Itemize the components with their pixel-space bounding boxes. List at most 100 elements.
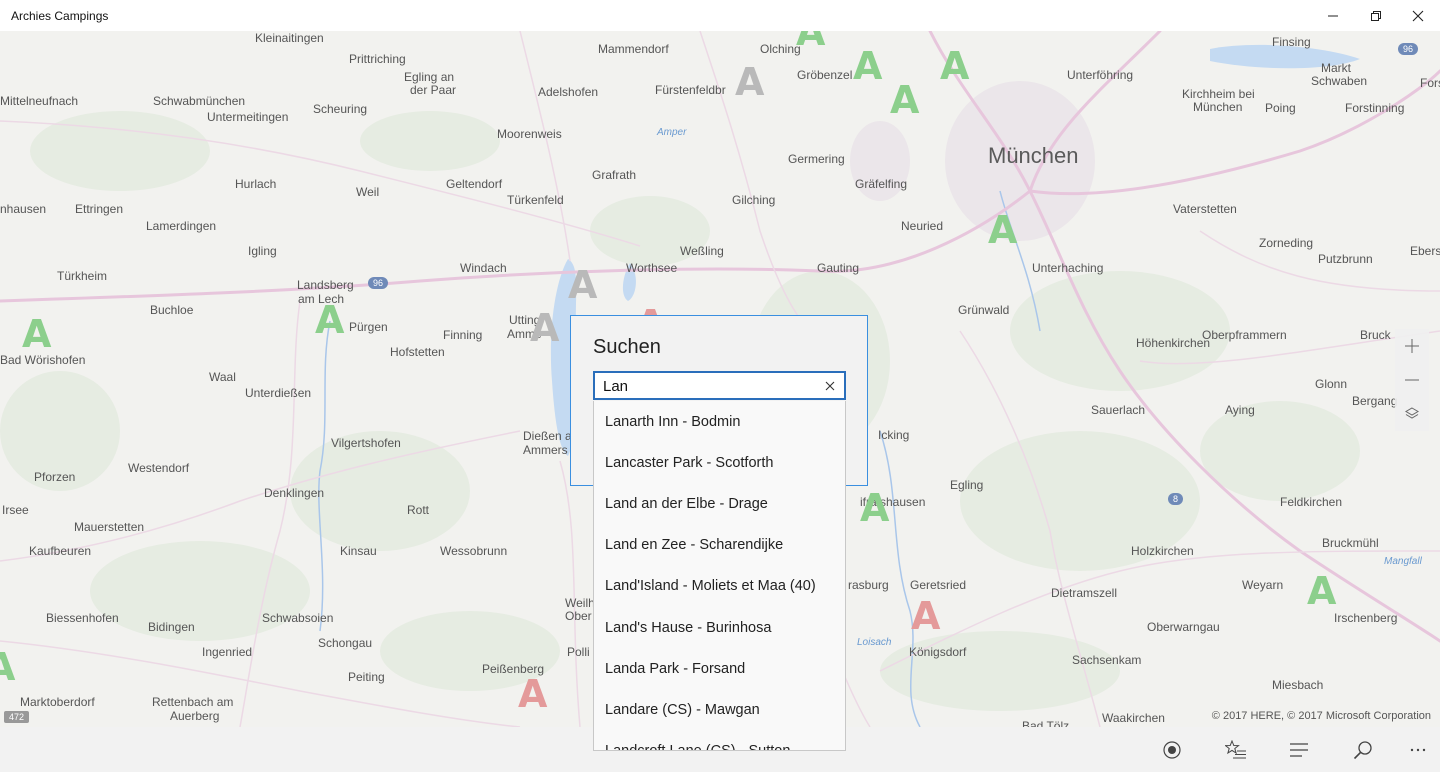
place-label: Irschenberg [1334,611,1398,625]
place-label: Ammers [523,443,568,457]
road-shield: 96 [368,277,389,289]
place-label: Windach [460,261,507,275]
minimize-icon [1328,15,1338,16]
place-label: Marktoberdorf [20,695,95,709]
place-label: Markt [1321,61,1351,75]
place-label: Weil [356,185,380,199]
place-label: Egling [950,478,984,492]
place-label: Sauerlach [1091,403,1146,417]
campsite-marker[interactable]: A [940,47,969,85]
place-label: Zorneding [1259,236,1314,250]
suggestion-item[interactable]: Land an der Elbe - Drage [594,483,845,524]
campsite-marker[interactable]: A [0,648,15,686]
place-label: nhausen [0,202,47,216]
clear-search-button[interactable] [820,376,840,396]
place-label: Bruck [1360,328,1391,342]
suggestion-item[interactable]: Land'Island - Moliets et Maa (40) [594,566,845,607]
place-label: Peiting [348,670,385,684]
place-label: Olching [760,42,801,56]
suggestion-item[interactable]: Lancaster Park - Scotforth [594,442,845,483]
place-label: Prittriching [349,52,406,66]
place-label: Gilching [732,193,776,207]
place-label: Holzkirchen [1131,544,1194,558]
zoom-in-button[interactable] [1395,329,1429,363]
star-list-icon [1225,739,1246,758]
list-button[interactable] [1279,727,1319,772]
campsite-marker[interactable]: A [315,301,344,339]
place-label: Fors [1420,76,1440,90]
campsite-marker[interactable]: A [911,597,940,635]
place-label: Kinsau [340,544,377,558]
suggestion-item[interactable]: Landcroft Lane (CS) - Sutton [594,731,845,750]
place-label: Egling an [404,70,455,84]
place-label: Bidingen [148,620,195,634]
app-title: Archies Campings [11,9,109,23]
place-label: Türkenfeld [507,193,564,207]
campsite-marker[interactable]: A [530,309,559,347]
place-label: Türkheim [57,269,108,283]
place-label: rasburg [848,578,889,592]
campsite-marker[interactable]: A [890,81,919,119]
road-shield: 96 [1398,43,1419,55]
more-button[interactable] [1398,727,1438,772]
campsite-marker[interactable]: A [988,211,1017,249]
suggestion-item[interactable]: Land's Hause - Burinhosa [594,607,845,648]
place-label: Moorenweis [497,127,562,141]
campsite-marker[interactable]: A [860,489,889,527]
place-label: Oberpframmern [1202,328,1287,342]
place-label: Bergang [1352,394,1398,408]
place-label: Neuried [901,219,944,233]
place-label: Landsberg [297,278,354,292]
road-shield: 8 [1168,493,1184,505]
maximize-button[interactable] [1353,0,1399,31]
place-label: Kleinaitingen [255,31,324,45]
place-label: Westendorf [128,461,190,475]
search-button[interactable] [1343,727,1383,772]
suggestion-item[interactable]: Landare (CS) - Mawgan [594,689,845,730]
close-window-button[interactable] [1395,0,1440,31]
place-label: Polli [567,645,590,659]
search-input[interactable] [603,376,813,396]
place-label: Gröbenzel [797,68,853,82]
place-label: Feldkirchen [1280,495,1343,509]
campsite-marker[interactable]: A [735,63,764,101]
place-label: Ober [565,609,592,623]
place-label: Vilgertshofen [331,436,401,450]
suggestion-item[interactable]: Lanarth Inn - Bodmin [594,401,845,442]
place-label: Igling [248,244,277,258]
place-label: Miesbach [1272,678,1324,692]
place-label: Hurlach [235,177,277,191]
zoom-out-button[interactable] [1395,363,1429,397]
place-label: Pürgen [349,320,388,334]
search-box[interactable] [593,371,846,400]
suggestion-item[interactable]: Landa Park - Forsand [594,648,845,689]
place-label: Schwabsoien [262,611,334,625]
campsite-marker[interactable]: A [796,31,825,51]
map-layers-button[interactable] [1395,397,1429,431]
campsite-marker[interactable]: A [1307,572,1336,610]
place-label: Waakirchen [1102,711,1165,725]
restore-icon [1371,10,1381,21]
campsite-marker[interactable]: A [853,47,882,85]
place-label: Weyarn [1242,578,1284,592]
campsite-marker[interactable]: A [22,315,51,353]
place-label: Dietramszell [1051,586,1118,600]
campsite-marker[interactable]: A [518,675,547,713]
dialog-title: Suchen [593,336,661,358]
suggestion-item[interactable]: Land en Zee - Scharendijke [594,525,845,566]
place-label: Rott [407,503,430,517]
campsite-marker[interactable]: A [568,266,597,304]
clear-icon [825,381,835,391]
place-label: Mauerstetten [74,520,145,534]
place-label: Gauting [817,261,860,275]
place-label: der Paar [410,83,457,97]
place-label: Rettenbach am [152,695,234,709]
favorites-button[interactable] [1216,727,1256,772]
place-label: Putzbrunn [1318,252,1373,266]
place-label: Lamerdingen [146,219,217,233]
place-label: Weßling [680,244,724,258]
place-label: Unterföhring [1067,68,1134,82]
locate-button[interactable] [1152,727,1192,772]
place-label: Ettringen [75,202,124,216]
minimize-button[interactable] [1310,0,1356,31]
